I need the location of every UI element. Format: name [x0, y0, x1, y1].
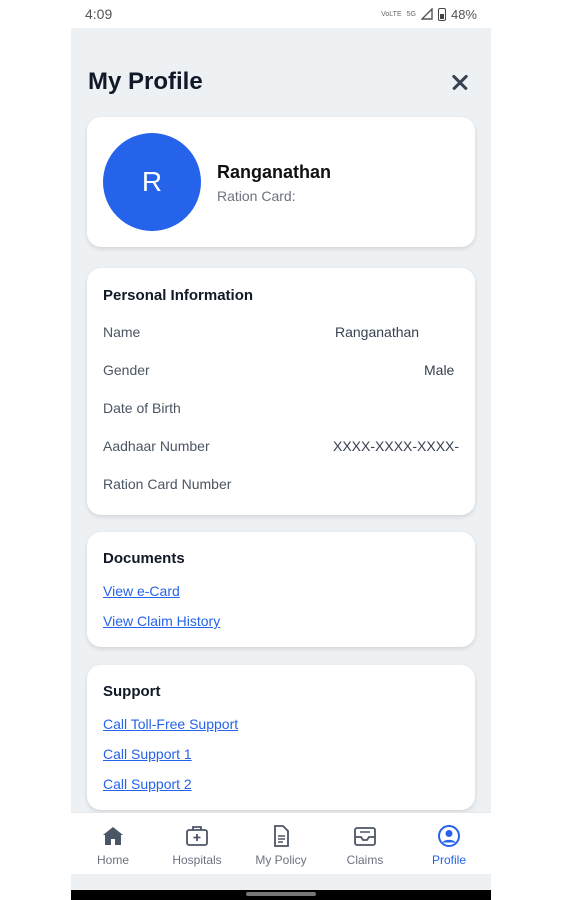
documents-card: Documents View e-Card View Claim History — [87, 532, 475, 647]
info-row-ration: Ration Card Number — [103, 476, 475, 498]
hospital-icon — [186, 826, 208, 846]
status-time: 4:09 — [85, 6, 113, 22]
battery-percent: 48% — [450, 6, 477, 22]
info-value: XXXX-XXXX-XXXX- — [333, 438, 460, 454]
info-label: Date of Birth — [103, 400, 181, 416]
status-bar: 4:09 VoLTE 5G 48% — [71, 0, 491, 28]
nav-label: Home — [96, 853, 129, 867]
home-icon — [103, 827, 123, 845]
info-label: Ration Card Number — [103, 476, 232, 492]
info-value: Male — [424, 362, 455, 378]
page-title: My Profile — [88, 68, 203, 95]
status-icons: VoLTE 5G 48% — [381, 7, 477, 22]
nav-claims[interactable]: Claims — [323, 813, 407, 874]
nav-label: Hospitals — [172, 853, 222, 867]
nav-label: Profile — [431, 853, 466, 867]
close-icon[interactable] — [446, 68, 474, 96]
user-circle-icon — [438, 825, 460, 847]
inbox-icon — [354, 827, 376, 846]
profile-name: Ranganathan — [217, 162, 332, 182]
nav-label: My Policy — [255, 853, 307, 867]
header: My Profile — [88, 66, 474, 98]
volte-indicator: VoLTE — [381, 10, 402, 18]
info-label: Name — [103, 324, 141, 340]
view-claim-history-link[interactable]: View Claim History — [103, 613, 220, 629]
bottom-nav: Home Hospitals My Policy Claims Profile — [71, 812, 491, 874]
network-indicator: 5G — [406, 10, 416, 18]
info-row-dob: Date of Birth — [103, 400, 475, 422]
call-toll-free-link[interactable]: Call Toll-Free Support — [103, 716, 238, 732]
support-card: Support Call Toll-Free Support Call Supp… — [87, 665, 475, 810]
nav-profile[interactable]: Profile — [407, 813, 491, 874]
document-icon — [274, 825, 289, 847]
call-support-2-link[interactable]: Call Support 2 — [103, 776, 192, 792]
documents-title: Documents — [103, 550, 185, 567]
info-row-name: Name Ranganathan — [103, 324, 475, 346]
ration-card-label: Ration Card: — [217, 188, 296, 204]
nav-label: Claims — [346, 853, 384, 867]
info-label: Aadhaar Number — [103, 438, 210, 454]
system-nav-bar — [71, 890, 491, 900]
home-gesture-handle[interactable] — [246, 892, 316, 896]
profile-screen: My Profile R Ranganathan Ration Card: Pe… — [71, 28, 491, 890]
view-ecard-link[interactable]: View e-Card — [103, 583, 180, 599]
call-support-1-link[interactable]: Call Support 1 — [103, 746, 192, 762]
battery-icon — [437, 7, 446, 21]
info-row-aadhaar: Aadhaar Number XXXX-XXXX-XXXX- — [103, 438, 475, 460]
info-label: Gender — [103, 362, 150, 378]
avatar: R — [103, 133, 201, 231]
info-value: Ranganathan — [335, 324, 420, 340]
personal-info-title: Personal Information — [103, 287, 254, 304]
info-row-gender: Gender Male — [103, 362, 475, 384]
nav-my-policy[interactable]: My Policy — [239, 813, 323, 874]
signal-icon — [420, 8, 433, 20]
nav-hospitals[interactable]: Hospitals — [155, 813, 239, 874]
profile-card: R Ranganathan Ration Card: — [87, 117, 475, 247]
personal-info-card: Personal Information Name Ranganathan Ge… — [87, 268, 475, 515]
nav-home[interactable]: Home — [71, 813, 155, 874]
support-title: Support — [103, 683, 161, 700]
